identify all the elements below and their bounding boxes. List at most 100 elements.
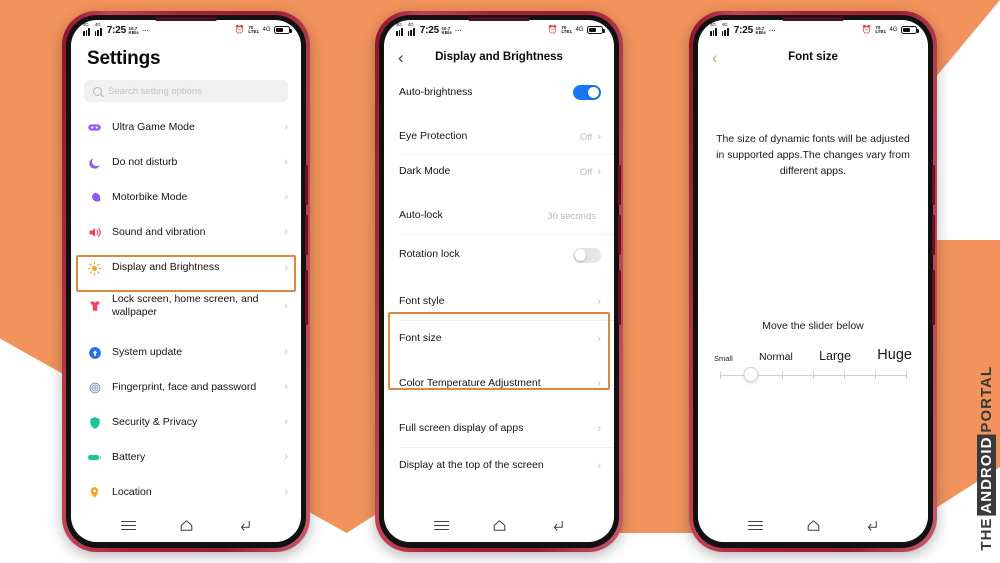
slider-label-normal: Normal xyxy=(759,350,793,363)
slider-label-huge: Huge xyxy=(877,346,912,363)
row-auto-lock[interactable]: Auto-lock 30 seconds xyxy=(384,198,614,234)
chevron-right-icon: › xyxy=(597,459,601,472)
alarm-icon: ⏰ xyxy=(547,25,558,34)
battery-icon xyxy=(587,25,605,35)
app-header: ‹ Display and Brightness xyxy=(384,40,614,74)
signal-bars-2-icon: 4G xyxy=(721,22,731,36)
back-chevron-icon[interactable]: ‹ xyxy=(712,49,718,66)
sidebar-item-label: Lock screen, home screen, and wallpaper xyxy=(112,292,259,318)
phone2-screen: 4G 4G 7:25 10.7 KB/s ··· ⏰ 70 LTE1 4G ‹ Di… xyxy=(384,20,614,542)
phone-display-brightness: 4G 4G 7:25 10.7 KB/s ··· ⏰ 70 LTE1 4G ‹ Di… xyxy=(375,11,623,552)
status-clock: 7:25 xyxy=(106,24,126,36)
recents-button[interactable] xyxy=(433,519,449,532)
recents-button[interactable] xyxy=(120,519,136,532)
auto-brightness-toggle[interactable] xyxy=(573,85,601,100)
back-chevron-icon[interactable]: ‹ xyxy=(398,49,404,66)
font-size-slider-section: Move the slider below Small Normal Large… xyxy=(698,320,928,385)
row-full-screen-display[interactable]: Full screen display of apps › xyxy=(384,411,614,447)
earpiece-speaker xyxy=(782,17,844,21)
battery-icon xyxy=(86,450,103,465)
back-button[interactable] xyxy=(550,519,565,532)
status-overflow-icon: ··· xyxy=(454,24,462,36)
home-button[interactable] xyxy=(806,519,821,532)
alarm-icon: ⏰ xyxy=(234,25,245,34)
list-group-gap xyxy=(384,402,614,411)
volume-down-button[interactable] xyxy=(932,215,935,255)
list-group-gap xyxy=(71,326,301,335)
shield-icon xyxy=(86,416,103,430)
phone3-screen: 4G 4G 7:25 10.7 KB/s ··· ⏰ 70 LTE1 4G ‹ Fo… xyxy=(698,20,928,542)
volume-up-button[interactable] xyxy=(618,165,621,205)
volume-down-button[interactable] xyxy=(305,215,308,255)
chevron-right-icon: › xyxy=(284,381,288,393)
volume-up-button[interactable] xyxy=(305,165,308,205)
back-button[interactable] xyxy=(237,519,252,532)
row-value: Off xyxy=(579,166,593,178)
helmet-icon xyxy=(86,191,103,205)
font-size-slider[interactable] xyxy=(720,366,908,384)
volte-icon: 4G xyxy=(575,27,584,33)
sidebar-item-fingerprint-face-password[interactable]: Fingerprint, face and password › xyxy=(71,370,301,405)
back-button[interactable] xyxy=(864,519,879,532)
phone2-bezel: 4G 4G 7:25 10.7 KB/s ··· ⏰ 70 LTE1 4G ‹ Di… xyxy=(379,15,621,548)
signal-bars-2-icon: 4G xyxy=(407,22,417,36)
sidebar-item-do-not-disturb[interactable]: Do not disturb › xyxy=(71,145,301,180)
power-button[interactable] xyxy=(618,270,621,325)
shirt-icon xyxy=(86,299,103,313)
sidebar-item-lock-screen-wallpaper[interactable]: Lock screen, home screen, and wallpaper … xyxy=(71,286,301,326)
row-color-temperature[interactable]: Color Temperature Adjustment › xyxy=(384,366,614,402)
sidebar-item-battery[interactable]: Battery › xyxy=(71,440,301,475)
fingerprint-icon xyxy=(86,381,103,395)
arrow-up-circle-icon xyxy=(86,346,103,360)
app-header: ‹ Font size xyxy=(698,40,928,74)
row-label: Auto-brightness xyxy=(399,85,473,98)
chevron-right-icon: › xyxy=(284,346,288,358)
row-font-style[interactable]: Font style › xyxy=(384,284,614,320)
sidebar-item-motorbike-mode[interactable]: Motorbike Mode › xyxy=(71,180,301,215)
network-indicator-icon: 70 LTE1 xyxy=(561,24,572,34)
sidebar-item-sound-and-vibration[interactable]: Sound and vibration › xyxy=(71,215,301,250)
phone2-content: ‹ Display and Brightness Auto-brightness… xyxy=(384,40,614,512)
chevron-right-icon: › xyxy=(284,226,288,238)
data-speed-icon: 10.7 KB/s xyxy=(441,25,452,36)
page-title: Font size xyxy=(788,51,838,63)
volume-down-button[interactable] xyxy=(618,215,621,255)
sidebar-item-location[interactable]: Location › xyxy=(71,475,301,510)
power-button[interactable] xyxy=(305,270,308,325)
chevron-right-icon: › xyxy=(597,165,601,178)
sidebar-item-ultra-game-mode[interactable]: Ultra Game Mode › xyxy=(71,110,301,145)
sidebar-item-display-and-brightness[interactable]: Display and Brightness › xyxy=(71,250,301,286)
phone3-content: ‹ Font size The size of dynamic fonts wi… xyxy=(698,40,928,512)
chevron-right-icon: › xyxy=(284,261,288,274)
system-nav-bar xyxy=(698,512,928,542)
status-overflow-icon: ··· xyxy=(768,24,776,36)
network-indicator-icon: 70 LTE1 xyxy=(875,24,886,34)
chevron-right-icon: › xyxy=(597,332,601,345)
row-eye-protection[interactable]: Eye Protection Off › xyxy=(384,120,614,154)
recents-button[interactable] xyxy=(747,519,763,532)
row-rotation-lock[interactable]: Rotation lock xyxy=(384,235,614,275)
sidebar-item-label: Display and Brightness xyxy=(112,261,220,274)
slider-thumb[interactable] xyxy=(743,367,759,382)
row-value: 30 seconds xyxy=(547,210,596,222)
rotation-lock-toggle[interactable] xyxy=(573,247,601,263)
watermark: THE ANDROID PORTAL xyxy=(977,366,996,551)
sidebar-item-security-privacy[interactable]: Security & Privacy › xyxy=(71,405,301,440)
row-display-top-of-screen[interactable]: Display at the top of the screen › xyxy=(384,448,614,484)
phone1-screen: 4G 4G 7:25 10.7 KB/s ··· ⏰ 70 LTE1 4G Sett… xyxy=(71,20,301,542)
search-input[interactable]: Search setting options xyxy=(84,80,288,102)
volume-up-button[interactable] xyxy=(932,165,935,205)
sidebar-item-label: Ultra Game Mode xyxy=(112,120,195,133)
font-size-description: The size of dynamic fonts will be adjust… xyxy=(716,133,910,177)
home-button[interactable] xyxy=(179,519,194,532)
row-dark-mode[interactable]: Dark Mode Off › xyxy=(384,155,614,189)
phone1-content: Settings Search setting options Ultra Ga… xyxy=(71,40,301,512)
sidebar-item-system-update[interactable]: System update › xyxy=(71,335,301,370)
row-label: Font style xyxy=(399,295,445,308)
sidebar-item-label: Fingerprint, face and password xyxy=(112,380,257,393)
row-auto-brightness[interactable]: Auto-brightness xyxy=(384,74,614,111)
status-overflow-icon: ··· xyxy=(141,24,149,36)
home-button[interactable] xyxy=(492,519,507,532)
power-button[interactable] xyxy=(932,270,935,325)
row-font-size[interactable]: Font size › xyxy=(384,321,614,357)
